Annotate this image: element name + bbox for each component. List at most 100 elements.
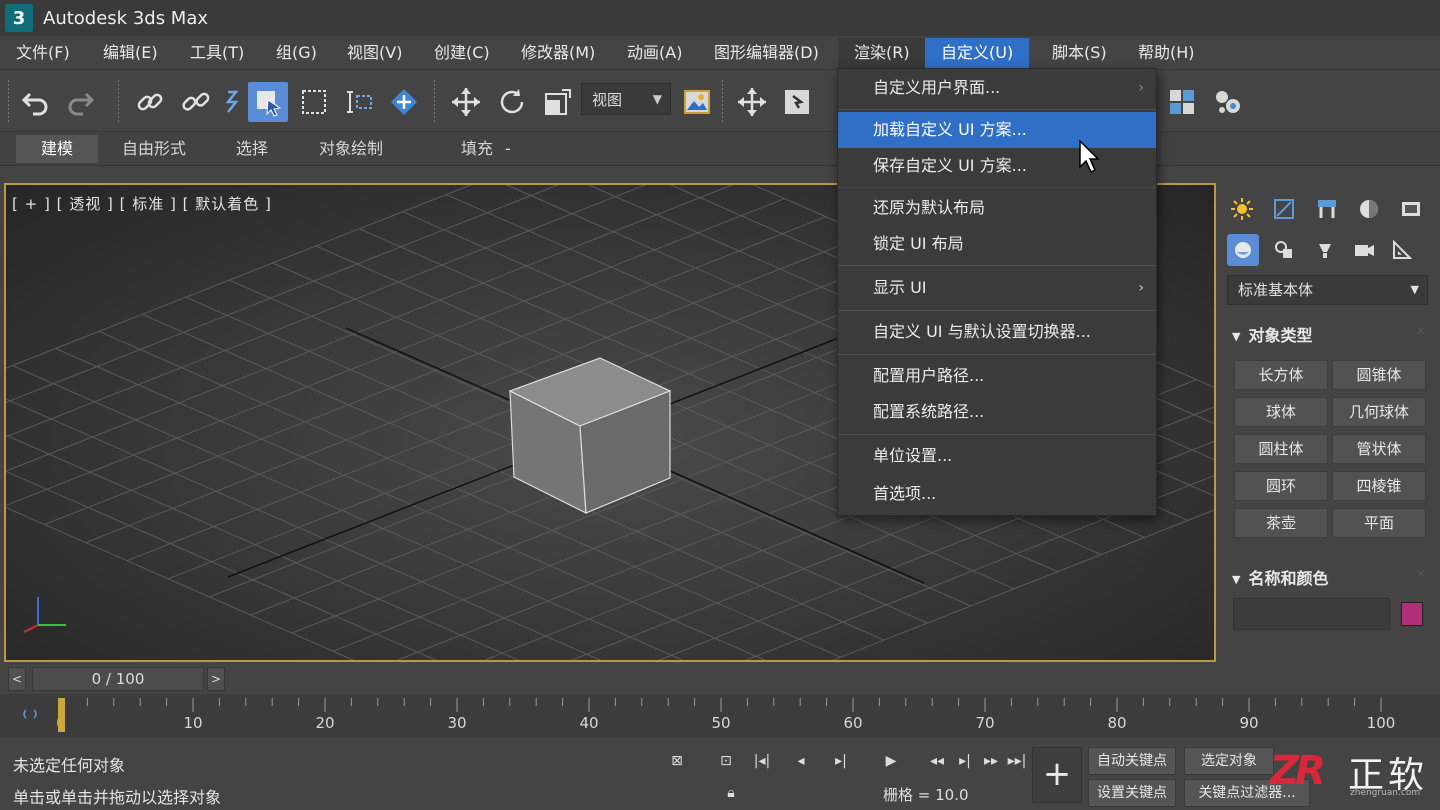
cylinder-button[interactable]: 圆柱体 — [1234, 434, 1328, 464]
next-key-icon[interactable]: ▸▸ — [978, 748, 1004, 774]
menu-file[interactable]: 文件(F) — [8, 38, 78, 68]
menu-item-label: 单位设置... — [873, 446, 953, 465]
configure-user-paths-item[interactable]: 配置用户路径... — [838, 358, 1156, 394]
hierarchy-tab-icon[interactable] — [1311, 193, 1343, 225]
primitive-type-dropdown[interactable]: 标准基本体 ▼ — [1227, 275, 1428, 305]
menu-group[interactable]: 组(G) — [268, 38, 325, 68]
menu-create[interactable]: 创建(C) — [426, 38, 498, 68]
plane-button[interactable]: 平面 — [1332, 508, 1426, 538]
time-slider[interactable]: 0 / 100 — [32, 667, 204, 691]
object-color-swatch[interactable] — [1401, 602, 1423, 626]
redo-icon[interactable] — [60, 82, 100, 122]
main-toolbar — [0, 70, 1440, 132]
menu-customize[interactable]: 自定义(U) — [925, 38, 1030, 68]
select-move-icon[interactable] — [340, 82, 380, 122]
track-bar[interactable]: 0102030405060708090100 — [0, 694, 1440, 738]
time-slider-next[interactable]: > — [207, 667, 225, 691]
material-editor-icon[interactable] — [1207, 82, 1247, 122]
prev-key-icon[interactable]: ◂◂ — [924, 748, 950, 774]
menu-scripting[interactable]: 脚本(S) — [1044, 38, 1115, 68]
create-tab-icon[interactable] — [1226, 193, 1258, 225]
preferences-item[interactable]: 首选项... — [838, 476, 1156, 512]
placement-icon[interactable] — [677, 82, 717, 122]
pyramid-button[interactable]: 四棱锥 — [1332, 471, 1426, 501]
unlink-icon[interactable] — [176, 82, 216, 122]
app-logo: 3 — [5, 4, 33, 32]
tab-selection[interactable]: 选择 — [224, 135, 280, 163]
pivot-move-icon[interactable] — [732, 82, 772, 122]
isolate-selection-icon[interactable]: ⊠ — [664, 748, 690, 774]
schematic-view-icon[interactable] — [1162, 82, 1202, 122]
selected-dropdown[interactable]: 选定对象 — [1184, 747, 1274, 775]
modify-tab-icon[interactable] — [1268, 193, 1300, 225]
custom-defaults-switcher-item[interactable]: 自定义 UI 与默认设置切换器... — [838, 314, 1156, 350]
auto-key-button[interactable]: 自动关键点 — [1088, 747, 1176, 775]
move-icon[interactable] — [446, 82, 486, 122]
track-ticks: 0102030405060708090100 — [56, 698, 1395, 732]
show-ui-item[interactable]: 显示 UI › — [838, 270, 1156, 306]
sphere-button[interactable]: 球体 — [1234, 397, 1328, 427]
customize-ui-item[interactable]: 自定义用户界面... › — [838, 70, 1156, 106]
box-button[interactable]: 长方体 — [1234, 360, 1328, 390]
undo-icon[interactable] — [16, 82, 56, 122]
menu-graph-editors[interactable]: 图形编辑器(D) — [706, 38, 827, 68]
go-to-end-icon[interactable]: ▸| — [828, 748, 854, 774]
menu-edit[interactable]: 编辑(E) — [95, 38, 166, 68]
prompt-line: 单击或单击并拖动以选择对象 — [13, 788, 222, 807]
shapes-category-icon[interactable] — [1268, 234, 1300, 266]
previous-frame-icon[interactable]: ◂ — [788, 748, 814, 774]
link-icon[interactable] — [130, 82, 170, 122]
keyboard-shortcut-override-icon[interactable] — [777, 82, 817, 122]
lock-ui-layout-item[interactable]: 锁定 UI 布局 — [838, 226, 1156, 262]
tab-object-paint[interactable]: 对象绘制 — [307, 135, 395, 163]
select-object-icon[interactable] — [248, 82, 288, 122]
configure-system-paths-item[interactable]: 配置系统路径... — [838, 394, 1156, 430]
set-key-button[interactable]: 设置关键点 — [1088, 779, 1176, 807]
menu-rendering[interactable]: 渲染(R) — [838, 38, 926, 68]
geometry-category-icon[interactable] — [1227, 234, 1259, 266]
lock-icon[interactable]: 🔒︎ — [718, 780, 744, 806]
lights-category-icon[interactable] — [1309, 234, 1341, 266]
play-icon[interactable]: ▶ — [878, 748, 904, 774]
teapot-button[interactable]: 茶壶 — [1234, 508, 1328, 538]
window-crossing-icon[interactable] — [384, 82, 424, 122]
menu-help[interactable]: 帮助(H) — [1130, 38, 1203, 68]
cone-button[interactable]: 圆锥体 — [1332, 360, 1426, 390]
last-frame-icon[interactable]: ▸▸| — [1004, 748, 1030, 774]
add-time-tag-button[interactable]: + — [1032, 747, 1082, 803]
ribbon-options-toggle[interactable]: - — [493, 135, 523, 163]
region-select-icon[interactable] — [294, 82, 334, 122]
reference-coordinate-select[interactable]: 视图 ▼ — [581, 83, 671, 115]
menu-modifiers[interactable]: 修改器(M) — [513, 38, 603, 68]
menu-item-label: 还原为默认布局 — [873, 198, 986, 217]
save-custom-ui-scheme-item[interactable]: 保存自定义 UI 方案... — [838, 148, 1156, 184]
object-name-field[interactable] — [1233, 598, 1390, 630]
helpers-category-icon[interactable] — [1386, 234, 1418, 266]
display-tab-icon[interactable] — [1395, 193, 1427, 225]
tab-freeform[interactable]: 自由形式 — [110, 135, 198, 163]
menu-views[interactable]: 视图(V) — [339, 38, 410, 68]
name-color-rollout-header[interactable]: ▼ 名称和颜色 — [1232, 565, 1328, 589]
go-to-start-icon[interactable]: |◂| — [749, 748, 775, 774]
rotate-icon[interactable] — [492, 82, 532, 122]
motion-tab-icon[interactable] — [1353, 193, 1385, 225]
torus-button[interactable]: 圆环 — [1234, 471, 1328, 501]
load-custom-ui-scheme-item[interactable]: 加载自定义 UI 方案... — [838, 112, 1156, 148]
time-slider-prev[interactable]: < — [8, 667, 26, 691]
cameras-category-icon[interactable] — [1348, 234, 1380, 266]
next-frame-icon[interactable]: ▸| — [952, 748, 978, 774]
scale-icon[interactable] — [538, 82, 578, 122]
geosphere-button[interactable]: 几何球体 — [1332, 397, 1426, 427]
bind-space-warp-icon[interactable] — [222, 82, 242, 122]
tube-button[interactable]: 管状体 — [1332, 434, 1426, 464]
menu-animation[interactable]: 动画(A) — [619, 38, 690, 68]
units-setup-item[interactable]: 单位设置... — [838, 438, 1156, 474]
selection-lock-icon[interactable]: ⊡ — [713, 748, 739, 774]
menu-tools[interactable]: 工具(T) — [182, 38, 252, 68]
tab-modeling[interactable]: 建模 — [16, 135, 98, 163]
box-object — [508, 357, 672, 515]
revert-startup-layout-item[interactable]: 还原为默认布局 — [838, 190, 1156, 226]
object-type-rollout-header[interactable]: ▼ 对象类型 — [1232, 322, 1312, 346]
customize-menu: 自定义用户界面... › 加载自定义 UI 方案... 保存自定义 UI 方案.… — [837, 68, 1157, 516]
viewport-label[interactable]: [ + ] [ 透视 ] [ 标准 ] [ 默认着色 ] — [12, 193, 272, 214]
